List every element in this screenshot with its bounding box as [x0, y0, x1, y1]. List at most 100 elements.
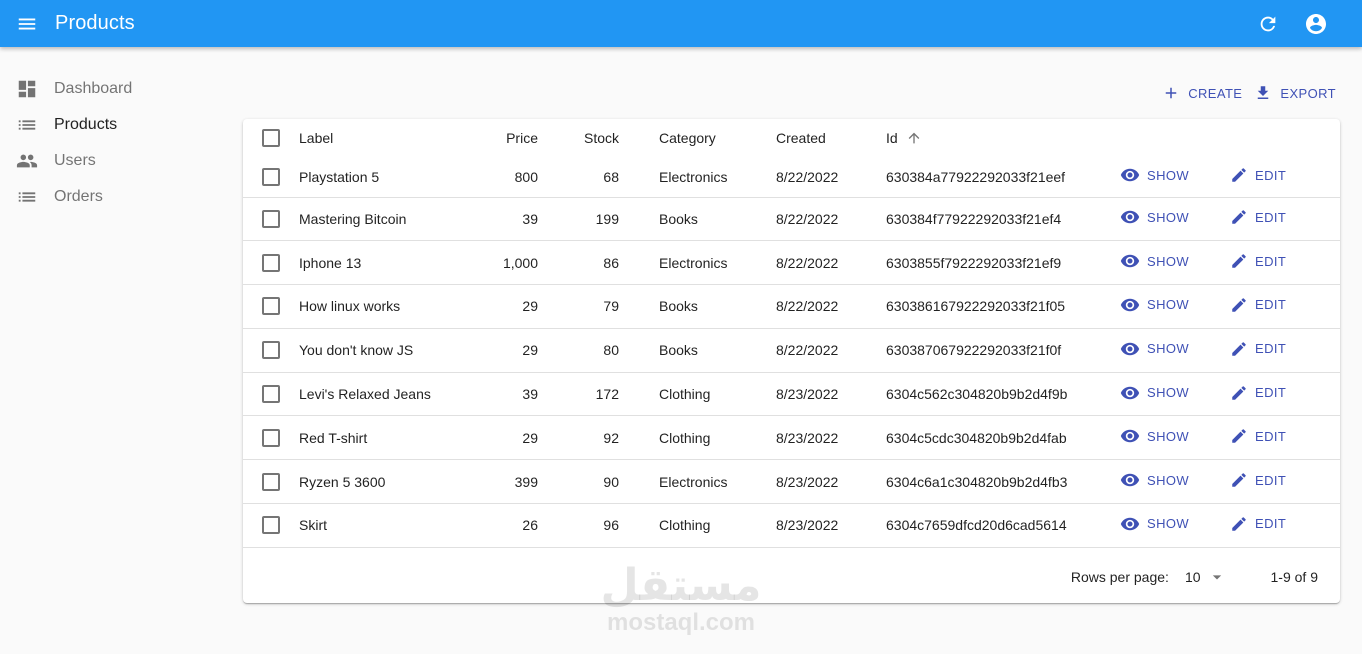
eye-icon — [1120, 254, 1140, 268]
edit-button[interactable]: EDIT — [1230, 384, 1286, 402]
column-header-created[interactable]: Created — [776, 119, 886, 157]
export-button[interactable]: EXPORT — [1248, 82, 1342, 104]
cell-stock: 68 — [603, 168, 619, 185]
column-header-label[interactable]: Label — [299, 119, 459, 157]
table-row[interactable]: Skirt 26 96 Clothing 8/23/2022 6304c7659… — [243, 503, 1340, 548]
edit-label: EDIT — [1255, 297, 1287, 313]
cell-created: 8/22/2022 — [776, 298, 839, 315]
cell-stock: 96 — [603, 517, 619, 534]
show-button[interactable]: SHOW — [1120, 383, 1189, 403]
pencil-icon — [1232, 254, 1246, 268]
pencil-icon — [1232, 298, 1246, 312]
row-checkbox[interactable] — [262, 516, 280, 535]
row-checkbox[interactable] — [262, 297, 280, 316]
watermark-arabic: مستقل — [600, 560, 762, 611]
row-checkbox[interactable] — [262, 209, 280, 228]
row-checkbox[interactable] — [262, 472, 280, 491]
show-label: SHOW — [1147, 253, 1190, 269]
export-label: EXPORT — [1280, 85, 1336, 101]
edit-label: EDIT — [1255, 385, 1287, 401]
sidebar-item-users[interactable]: Users — [0, 143, 220, 179]
show-label: SHOW — [1147, 297, 1190, 313]
table-row[interactable]: Red T-shirt 29 92 Clothing 8/23/2022 630… — [243, 415, 1340, 460]
select-all-checkbox[interactable] — [262, 129, 280, 147]
cell-stock: 199 — [595, 210, 619, 227]
cell-created: 8/22/2022 — [776, 342, 839, 359]
sidebar-item-dashboard[interactable]: Dashboard — [0, 71, 220, 107]
cell-category: Clothing — [659, 517, 711, 534]
row-checkbox[interactable] — [262, 428, 280, 447]
table-row[interactable]: Iphone 13 1,000 86 Electronics 8/22/2022… — [243, 240, 1340, 285]
sidebar-item-products[interactable]: Products — [0, 107, 220, 143]
sidebar-item-orders[interactable]: Orders — [0, 179, 220, 215]
edit-label: EDIT — [1255, 209, 1287, 225]
table-row[interactable]: Ryzen 5 3600 399 90 Electronics 8/23/202… — [243, 459, 1340, 504]
edit-button[interactable]: EDIT — [1230, 427, 1286, 445]
show-button[interactable]: SHOW — [1120, 295, 1189, 315]
show-button[interactable]: SHOW — [1120, 470, 1189, 490]
menu-icon[interactable] — [13, 10, 41, 38]
row-checkbox[interactable] — [262, 341, 280, 360]
create-button[interactable]: CREATE — [1156, 82, 1248, 104]
pencil-icon — [1232, 342, 1246, 356]
cell-created: 8/23/2022 — [776, 386, 839, 403]
row-checkbox[interactable] — [262, 167, 280, 186]
show-button[interactable]: SHOW — [1120, 514, 1189, 534]
show-label: SHOW — [1147, 385, 1190, 401]
cell-created: 8/22/2022 — [776, 254, 839, 271]
column-header-stock[interactable]: Stock — [538, 119, 619, 157]
edit-button[interactable]: EDIT — [1230, 471, 1286, 489]
edit-button[interactable]: EDIT — [1230, 296, 1286, 314]
pencil-icon — [1232, 210, 1246, 225]
cell-price: 29 — [522, 342, 538, 359]
sidebar-item-label: Products — [54, 116, 118, 133]
rows-per-page-value: 10 — [1184, 569, 1201, 585]
cell-price: 29 — [522, 429, 538, 446]
people-icon — [16, 150, 38, 172]
cell-stock: 90 — [603, 473, 619, 490]
edit-button[interactable]: EDIT — [1230, 515, 1286, 533]
cell-category: Books — [659, 342, 698, 359]
edit-label: EDIT — [1255, 253, 1287, 269]
row-checkbox[interactable] — [262, 253, 280, 272]
cell-label: Levi's Relaxed Jeans — [299, 386, 431, 403]
cell-created: 8/23/2022 — [776, 429, 839, 446]
cell-category: Clothing — [659, 429, 711, 446]
cell-created: 8/23/2022 — [776, 517, 839, 534]
products-datagrid: Label Price Stock Category Created Id Pl… — [243, 119, 1340, 603]
edit-button[interactable]: EDIT — [1230, 166, 1286, 184]
sidebar: Dashboard Products Users Orders — [0, 71, 220, 215]
eye-icon — [1120, 473, 1140, 487]
table-row[interactable]: How linux works 29 79 Books 8/22/2022 63… — [243, 284, 1340, 329]
table-row[interactable]: Levi's Relaxed Jeans 39 172 Clothing 8/2… — [243, 372, 1340, 416]
show-button[interactable]: SHOW — [1120, 207, 1189, 227]
cell-category: Books — [659, 210, 698, 227]
cell-category: Electronics — [659, 473, 728, 490]
table-row[interactable]: You don't know JS 29 80 Books 8/22/2022 … — [243, 328, 1340, 372]
app-bar: Products — [0, 0, 1362, 47]
dashboard-icon — [16, 78, 38, 100]
create-label: CREATE — [1188, 85, 1243, 101]
show-button[interactable]: SHOW — [1120, 165, 1189, 185]
column-header-id[interactable]: Id — [886, 119, 1120, 157]
show-button[interactable]: SHOW — [1120, 339, 1189, 359]
show-button[interactable]: SHOW — [1120, 426, 1189, 446]
list-icon — [16, 186, 38, 208]
refresh-icon[interactable] — [1252, 8, 1284, 40]
cell-id: 630387067922292033f21f0f — [886, 342, 1062, 359]
rows-per-page-select[interactable]: 10 — [1185, 567, 1227, 587]
list-icon — [16, 114, 38, 136]
account-icon[interactable] — [1300, 8, 1332, 40]
column-header-category[interactable]: Category — [659, 119, 776, 157]
edit-button[interactable]: EDIT — [1230, 252, 1286, 270]
show-button[interactable]: SHOW — [1120, 251, 1189, 271]
pencil-icon — [1232, 473, 1246, 487]
table-row[interactable]: Mastering Bitcoin 39 199 Books 8/22/2022… — [243, 197, 1340, 241]
edit-button[interactable]: EDIT — [1230, 340, 1286, 358]
edit-label: EDIT — [1255, 472, 1287, 488]
edit-button[interactable]: EDIT — [1230, 208, 1286, 226]
table-row[interactable]: Playstation 5 800 68 Electronics 8/22/20… — [243, 157, 1340, 197]
column-header-price[interactable]: Price — [459, 119, 538, 157]
row-checkbox[interactable] — [262, 385, 280, 404]
show-label: SHOW — [1147, 472, 1190, 488]
